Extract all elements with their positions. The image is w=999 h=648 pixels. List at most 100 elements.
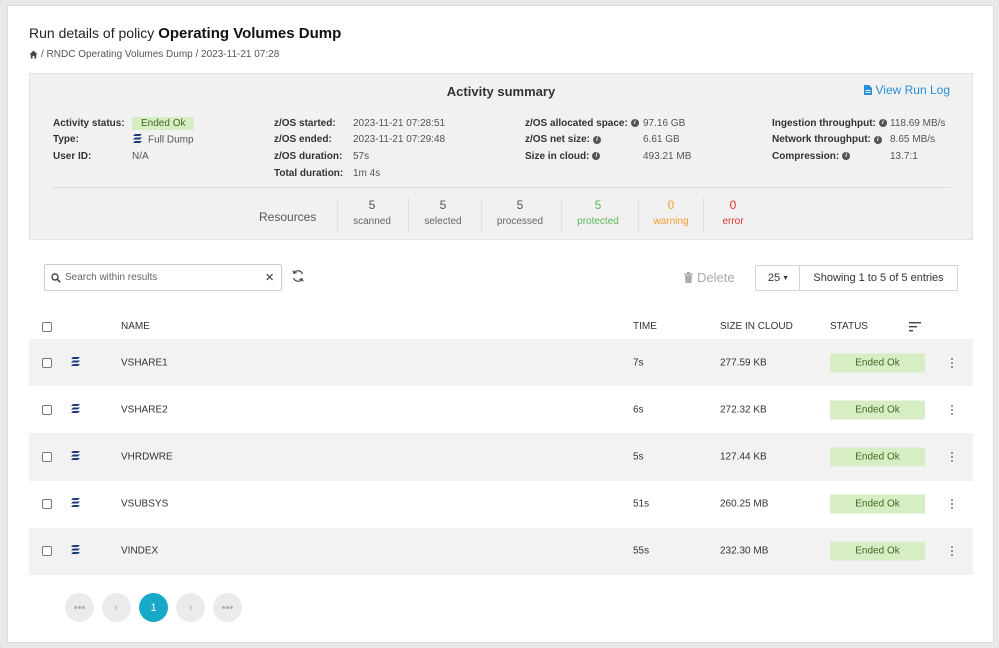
first-page-button[interactable]: ••• [65,593,94,622]
total-duration-label: Total duration: [274,167,344,179]
row-menu-icon[interactable] [950,451,954,462]
volume-icon [70,450,81,464]
clear-search-icon[interactable]: × [265,270,274,285]
resource-protected: 5 protected [563,198,633,227]
row-size: 277.59 KB [720,357,767,369]
row-menu-icon[interactable] [950,357,954,368]
table-row[interactable]: VHRDWRE 5s 127.44 KB Ended Ok [29,433,973,481]
row-name[interactable]: VSUBSYS [121,499,168,510]
main-panel: Run details of policy Operating Volumes … [7,5,994,643]
row-name[interactable]: VSHARE2 [121,404,168,415]
activity-status-badge: Ended Ok [132,116,195,130]
view-run-log-label: View Run Log [875,83,951,97]
volume-icon [70,544,81,558]
view-run-log-link[interactable]: View Run Log [863,83,951,97]
column-time-header[interactable]: TIME [633,321,657,332]
chevron-left-icon: ‹ [114,601,119,614]
column-size-header[interactable]: SIZE IN CLOUD [720,321,793,332]
table-row[interactable]: VSHARE1 7s 277.59 KB Ended Ok [29,339,973,387]
sort-icon[interactable] [909,322,921,335]
table-body: VSHARE1 7s 277.59 KB Ended Ok VSHARE2 6s… [29,339,973,575]
chevron-right-icon: › [188,601,193,614]
info-icon[interactable]: i [842,152,851,161]
resource-scanned: 5 scanned [337,198,407,227]
user-id-value: N/A [132,150,149,162]
table-row[interactable]: VSHARE2 6s 272.32 KB Ended Ok [29,386,973,433]
ingestion-throughput-label: Ingestion throughput: [772,117,876,129]
row-checkbox[interactable] [42,499,52,510]
summary-col-throughput: Ingestion throughput: i 118.69 MB/s Networ… [772,115,945,165]
user-id-label: User ID: [53,150,92,162]
row-name[interactable]: VINDEX [121,546,158,557]
row-menu-icon[interactable] [950,499,954,510]
row-time: 5s [633,451,644,463]
compression-label: Compression: [772,150,840,162]
page-size-select[interactable]: 25 ▼ [755,265,801,291]
row-menu-icon[interactable] [950,546,954,557]
row-size: 272.32 KB [720,404,767,416]
table-row[interactable]: VSUBSYS 51s 260.25 MB Ended Ok [29,481,973,528]
row-name[interactable]: VHRDWRE [121,451,173,462]
home-icon[interactable] [29,50,38,59]
page-button-current[interactable]: 1 [139,593,168,622]
prev-page-button[interactable]: ‹ [102,593,131,622]
resource-error: 0 error [698,198,768,227]
summary-col-size: z/OS allocated space: i 97.16 GB z/OS net … [525,115,691,165]
resource-label: selected [424,216,462,227]
info-icon[interactable]: i [630,119,639,128]
row-checkbox[interactable] [42,451,52,462]
row-checkbox[interactable] [42,546,52,557]
size-in-cloud-value: 493.21 MB [643,150,692,162]
status-badge: Ended Ok [830,541,925,561]
info-icon[interactable]: i [878,119,887,128]
volume-icon [70,403,81,417]
file-icon [863,85,872,95]
info-icon[interactable]: i [873,135,882,144]
ingestion-throughput-value: 118.69 MB/s [890,117,946,129]
row-name[interactable]: VSHARE1 [121,357,168,368]
entries-info: Showing 1 to 5 of 5 entries [799,265,958,291]
allocated-space-label: z/OS allocated space: [525,117,628,129]
column-status-header[interactable]: STATUS [830,321,868,332]
info-icon[interactable]: i [592,152,601,161]
last-page-button[interactable]: ••• [213,593,242,622]
pagination: ••• ‹ 1 › ••• [65,593,242,622]
table-row[interactable]: VINDEX 55s 232.30 MB Ended Ok [29,527,973,575]
select-all-checkbox[interactable] [42,322,52,332]
breadcrumb-path[interactable]: / RNDC Operating Volumes Dump / 2023-11-… [41,49,279,60]
full-dump-icon [132,133,143,147]
next-page-button[interactable]: › [176,593,205,622]
resource-count: 0 [667,198,675,212]
net-size-label: z/OS net size: [525,134,591,146]
status-badge: Ended Ok [830,400,925,420]
column-name-header[interactable]: NAME [121,321,150,332]
resource-warning: 0 warning [636,198,706,227]
row-checkbox[interactable] [42,404,52,415]
network-throughput-label: Network throughput: [772,134,871,146]
zos-duration-value: 57s [353,150,370,162]
row-size: 260.25 MB [720,498,769,510]
resource-label: warning [653,216,689,227]
resource-count: 5 [439,198,447,212]
row-time: 51s [633,498,650,510]
delete-button[interactable]: Delete [684,270,735,285]
row-time: 7s [633,357,644,369]
row-menu-icon[interactable] [950,404,954,415]
search-icon [51,272,61,283]
summary-col-zos-time: z/OS started: 2023-11-21 07:28:51 z/OS en… [274,115,445,181]
zos-ended-value: 2023-11-21 07:29:48 [353,134,446,146]
total-duration-value: 1m 4s [353,167,381,179]
row-checkbox[interactable] [42,357,52,368]
resource-label: error [722,216,744,227]
resource-count: 5 [594,198,602,212]
type-label: Type: [53,134,79,146]
search-box: × [44,264,282,291]
net-size-value: 6.61 GB [643,134,680,146]
search-input[interactable] [61,272,266,283]
info-icon[interactable]: i [593,135,602,144]
refresh-icon[interactable] [291,269,305,286]
caret-down-icon: ▼ [782,274,790,282]
size-in-cloud-label: Size in cloud: [525,150,590,162]
trash-icon [684,272,693,283]
row-time: 6s [633,404,644,416]
